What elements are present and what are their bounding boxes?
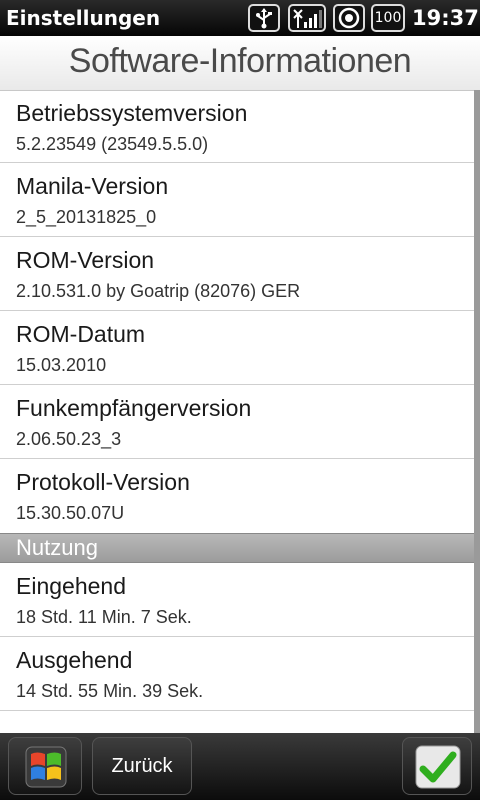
back-button[interactable]: Zurück	[92, 737, 192, 795]
start-button[interactable]	[8, 737, 82, 795]
item-value: 14 Std. 55 Min. 39 Sek.	[16, 681, 204, 701]
start-icon	[25, 746, 67, 792]
list-item-incoming[interactable]: Eingehend 18 Std. 11 Min. 7 Sek.	[0, 563, 474, 637]
status-title: Einstellungen	[6, 6, 161, 30]
status-time: 19:37	[412, 6, 479, 30]
page-header: Software-Informationen	[0, 36, 480, 91]
item-label: ROM-Datum	[16, 321, 146, 347]
list-item-rom-version[interactable]: ROM-Version 2.10.531.0 by Goatrip (82076…	[0, 237, 474, 311]
item-label: Manila-Version	[16, 173, 169, 199]
item-label: Ausgehend	[16, 647, 133, 673]
item-value: 2.06.50.23_3	[16, 429, 122, 449]
item-label: Funkempfängerversion	[16, 395, 252, 421]
list-item-outgoing[interactable]: Ausgehend 14 Std. 55 Min. 39 Sek.	[0, 637, 474, 711]
back-button-label: Zurück	[111, 755, 173, 777]
battery-icon: 100	[371, 4, 405, 32]
item-value: 5.2.23549 (23549.5.5.0)	[16, 134, 209, 154]
section-header-usage: Nutzung	[0, 533, 474, 563]
item-value: 15.30.50.07U	[16, 503, 125, 523]
info-list: Betriebssystemversion 5.2.23549 (23549.5…	[0, 90, 474, 711]
data-icon	[333, 4, 365, 32]
item-label: Eingehend	[16, 573, 126, 599]
item-label: ROM-Version	[16, 247, 155, 273]
status-bar: Einstellungen 100 19:37	[0, 0, 480, 36]
item-value: 2.10.531.0 by Goatrip (82076) GER	[16, 281, 301, 301]
item-value: 15.03.2010	[16, 355, 107, 375]
list-item-radio-version[interactable]: Funkempfängerversion 2.06.50.23_3	[0, 385, 474, 459]
list-item-protocol-version[interactable]: Protokoll-Version 15.30.50.07U	[0, 459, 474, 533]
list-item-manila-version[interactable]: Manila-Version 2_5_20131825_0	[0, 163, 474, 237]
bottom-bar: Zurück	[0, 733, 480, 800]
scrollbar[interactable]	[474, 90, 480, 733]
checkmark-icon	[415, 745, 461, 793]
item-label: Protokoll-Version	[16, 469, 190, 495]
confirm-button[interactable]	[402, 737, 472, 795]
item-label: Betriebssystemversion	[16, 100, 248, 126]
item-value: 18 Std. 11 Min. 7 Sek.	[16, 607, 192, 627]
signal-icon	[288, 4, 326, 32]
page-title: Software-Informationen	[68, 42, 412, 80]
usb-icon	[248, 4, 280, 32]
battery-level: 100	[374, 10, 402, 26]
list-item-rom-date[interactable]: ROM-Datum 15.03.2010	[0, 311, 474, 385]
list-item-os-version[interactable]: Betriebssystemversion 5.2.23549 (23549.5…	[0, 90, 474, 163]
section-label: Nutzung	[16, 535, 98, 560]
item-value: 2_5_20131825_0	[16, 207, 157, 227]
